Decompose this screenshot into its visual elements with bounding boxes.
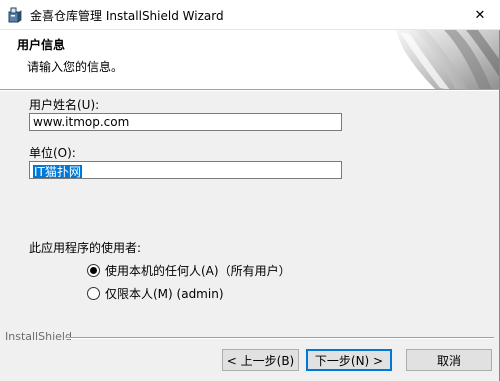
next-button-label: 下一步(N) > bbox=[314, 353, 384, 368]
radio-only-me[interactable]: 仅限本人(M) (admin) bbox=[87, 285, 224, 302]
next-button[interactable]: 下一步(N) > bbox=[306, 349, 392, 371]
page-subtitle: 请输入您的信息。 bbox=[27, 60, 124, 74]
header-divider bbox=[0, 90, 500, 91]
title-bar: 金喜仓库管理 InstallShield Wizard ✕ bbox=[0, 0, 500, 30]
installshield-brand: InstallShield bbox=[5, 330, 72, 343]
radio-selected-icon bbox=[87, 264, 100, 277]
radio-anyone[interactable]: 使用本机的任何人(A)（所有用户） bbox=[87, 262, 291, 279]
back-button[interactable]: < 上一步(B) bbox=[222, 349, 299, 371]
organization-field[interactable]: IT猫扑网 bbox=[29, 161, 342, 179]
username-field[interactable]: www.itmop.com bbox=[29, 113, 342, 131]
wizard-header: 用户信息 请输入您的信息。 bbox=[0, 30, 500, 90]
radio-anyone-label: 使用本机的任何人(A)（所有用户） bbox=[105, 264, 291, 278]
back-button-label: < 上一步(B) bbox=[226, 353, 295, 368]
cancel-button-label: 取消 bbox=[436, 353, 461, 368]
installer-box-icon bbox=[8, 7, 22, 23]
page-curl-banner bbox=[396, 30, 500, 89]
radio-only-me-label: 仅限本人(M) (admin) bbox=[105, 287, 224, 301]
username-value: www.itmop.com bbox=[33, 115, 130, 129]
page-title: 用户信息 bbox=[17, 38, 66, 52]
window-title: 金喜仓库管理 InstallShield Wizard bbox=[30, 9, 224, 23]
close-button[interactable]: ✕ bbox=[460, 0, 500, 30]
footer-divider bbox=[66, 337, 494, 339]
close-icon: ✕ bbox=[474, 7, 486, 23]
organization-label: 单位(O): bbox=[29, 146, 76, 160]
cancel-button[interactable]: 取消 bbox=[406, 349, 492, 371]
username-label: 用户姓名(U): bbox=[29, 98, 100, 112]
radio-unselected-icon bbox=[87, 287, 100, 300]
organization-value: IT猫扑网 bbox=[32, 164, 83, 179]
install-for-label: 此应用程序的使用者: bbox=[29, 241, 142, 255]
